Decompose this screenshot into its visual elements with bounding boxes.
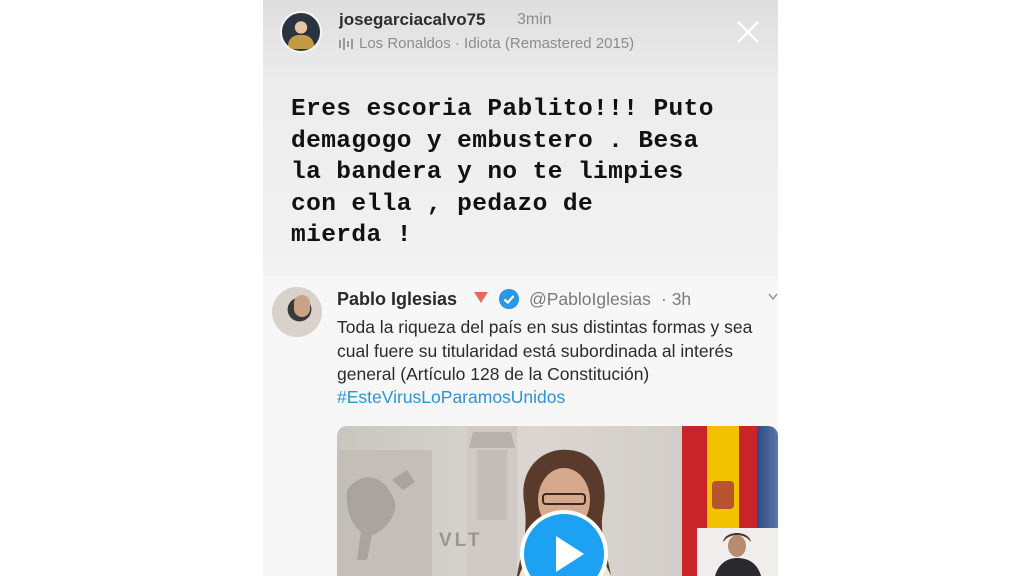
embedded-tweet[interactable]: Pablo Iglesias @PabloIglesias · 3h Toda …	[263, 276, 778, 576]
tweet-author-name[interactable]: Pablo Iglesias	[337, 289, 457, 310]
music-bars-icon	[339, 38, 353, 50]
tweet-handle[interactable]: @PabloIglesias	[529, 289, 651, 310]
tweet-time: · 3h	[661, 289, 692, 309]
story-time-ago: 3min	[517, 11, 552, 28]
tweet-text: Toda la riqueza del país en sus distinta…	[337, 317, 753, 384]
story-viewer: josegarciacalvo75 3min Los Ronaldos · Id…	[263, 0, 778, 576]
tweet-video[interactable]: VLT	[337, 426, 778, 576]
user-avatar[interactable]	[280, 11, 322, 53]
close-icon[interactable]	[733, 17, 763, 47]
tweet-avatar[interactable]	[272, 287, 322, 337]
video-wall-text: VLT	[439, 530, 483, 551]
verified-badge-icon	[499, 289, 519, 309]
rose-icon	[474, 292, 488, 303]
story-caption: Eres escoria Pablito!!! Puto demagogo y …	[291, 96, 714, 249]
tweet-hashtag-link[interactable]: #EsteVirusLoParamosUnidos	[337, 387, 565, 408]
coat-of-arms-relief	[337, 450, 432, 576]
story-music-label[interactable]: Los Ronaldos · Idiota (Remastered 2015)	[359, 35, 634, 52]
chevron-down-icon[interactable]	[768, 293, 778, 301]
story-username[interactable]: josegarciacalvo75	[339, 10, 485, 30]
sign-language-interpreter	[697, 528, 778, 576]
